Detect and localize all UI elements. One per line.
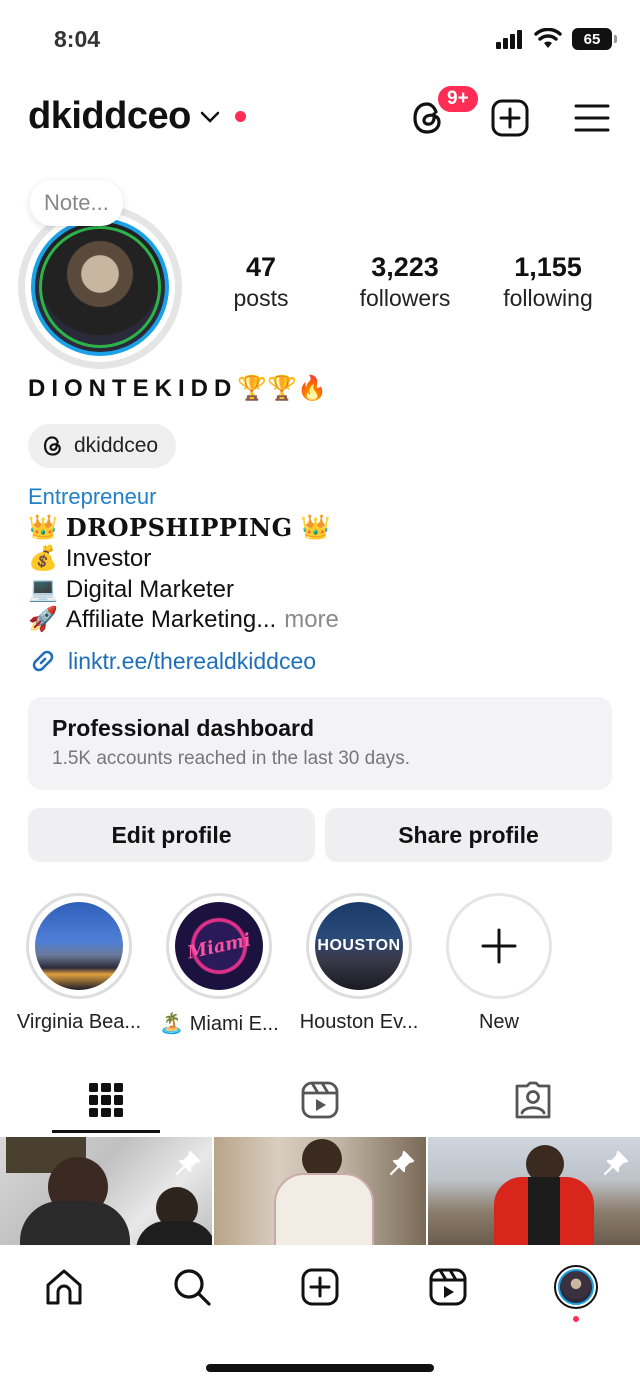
bio-line: 🚀 Affiliate Marketing... more — [28, 605, 339, 634]
account-switcher[interactable]: dkiddceo — [28, 95, 246, 138]
share-profile-button[interactable]: Share profile — [325, 808, 612, 862]
bio-line: 💰 Investor — [28, 544, 152, 573]
threads-notification-badge: 9+ — [436, 84, 480, 114]
post-thumbnail[interactable] — [0, 1137, 212, 1245]
reels-icon — [429, 1268, 467, 1306]
nav-search[interactable] — [167, 1262, 217, 1312]
threads-profile-link[interactable]: dkiddceo — [28, 424, 177, 468]
username: dkiddceo — [28, 95, 191, 137]
edit-profile-button[interactable]: Edit profile — [28, 808, 315, 862]
highlight-cover — [35, 902, 123, 990]
posts-stat[interactable]: 47 posts — [214, 252, 308, 312]
nav-profile[interactable] — [551, 1262, 601, 1312]
tagged-person-icon — [515, 1081, 551, 1119]
battery-icon: 65 — [572, 28, 617, 50]
highlight-miami[interactable]: Miami 🏝️ Miami E... — [159, 893, 279, 1036]
pin-icon — [603, 1150, 629, 1176]
home-icon — [46, 1269, 82, 1305]
plus-square-icon — [491, 99, 529, 137]
avatar-photo — [31, 218, 169, 356]
new-highlight-button[interactable]: New — [444, 893, 554, 1034]
bio-line: 💻 Digital Marketer — [28, 575, 234, 604]
plus-icon — [481, 928, 517, 964]
threads-handle: dkiddceo — [74, 434, 159, 457]
display-name: DIONTEKIDD🏆🏆🔥 — [28, 375, 327, 402]
note-bubble[interactable]: Note... — [30, 180, 123, 226]
hamburger-menu-icon — [574, 104, 610, 132]
reels-icon — [301, 1081, 339, 1119]
display-name-emoji: 🏆🏆🔥 — [237, 375, 327, 402]
nav-reels[interactable] — [423, 1262, 473, 1312]
profile-avatar[interactable] — [18, 205, 182, 369]
highlight-label: New — [478, 1011, 519, 1033]
avatar — [554, 1265, 598, 1309]
followers-stat[interactable]: 3,223 followers — [340, 252, 470, 312]
cellular-signal-icon — [496, 30, 522, 49]
post-thumbnail[interactable] — [428, 1137, 640, 1245]
active-tab-indicator — [52, 1130, 160, 1133]
notification-dot — [234, 111, 246, 122]
highlight-label: Houston Ev... — [299, 1011, 419, 1033]
nav-create[interactable] — [295, 1262, 345, 1312]
link-icon — [32, 650, 54, 672]
highlight-cover: Miami — [175, 902, 263, 990]
highlight-virginia-beach[interactable]: Virginia Bea... — [17, 893, 141, 1034]
wifi-icon — [534, 28, 562, 48]
profile-notification-dot — [573, 1316, 579, 1322]
tab-tagged[interactable] — [503, 1075, 563, 1125]
highlight-houston[interactable]: HOUSTON Houston Ev... — [300, 893, 418, 1034]
nav-home[interactable] — [39, 1262, 89, 1312]
professional-dashboard[interactable]: Professional dashboard 1.5K accounts rea… — [28, 697, 612, 790]
home-indicator — [206, 1364, 434, 1372]
bio-line: 👑 𝐃𝐑𝐎𝐏𝐒𝐇𝐈𝐏𝐏𝐈𝐍𝐆 👑 — [28, 513, 331, 542]
chevron-down-icon — [200, 111, 220, 123]
post-thumbnail[interactable] — [214, 1137, 426, 1245]
highlight-label: 🏝️ Miami E... — [159, 1013, 279, 1035]
tab-reels[interactable] — [290, 1075, 350, 1125]
profile-category: Entrepreneur — [28, 484, 157, 509]
pin-icon — [175, 1150, 201, 1176]
status-icons: 65 — [496, 28, 617, 50]
pin-icon — [389, 1150, 415, 1176]
tab-posts-grid[interactable] — [76, 1075, 136, 1125]
dashboard-subtitle: 1.5K accounts reached in the last 30 day… — [52, 748, 411, 769]
menu-button[interactable] — [572, 98, 612, 138]
following-stat[interactable]: 1,155 following — [490, 252, 606, 312]
create-button[interactable] — [490, 98, 530, 138]
highlight-cover: HOUSTON — [315, 902, 403, 990]
status-time: 8:04 — [54, 26, 101, 52]
grid-icon — [89, 1083, 123, 1117]
search-icon — [174, 1269, 211, 1306]
highlight-label: Virginia Bea... — [16, 1011, 142, 1033]
plus-square-icon — [301, 1268, 339, 1306]
threads-icon — [43, 436, 61, 456]
bio-more-link[interactable]: more — [284, 606, 339, 634]
dashboard-title: Professional dashboard — [52, 715, 315, 741]
profile-link[interactable]: linktr.ee/therealdkiddceo — [28, 646, 316, 676]
